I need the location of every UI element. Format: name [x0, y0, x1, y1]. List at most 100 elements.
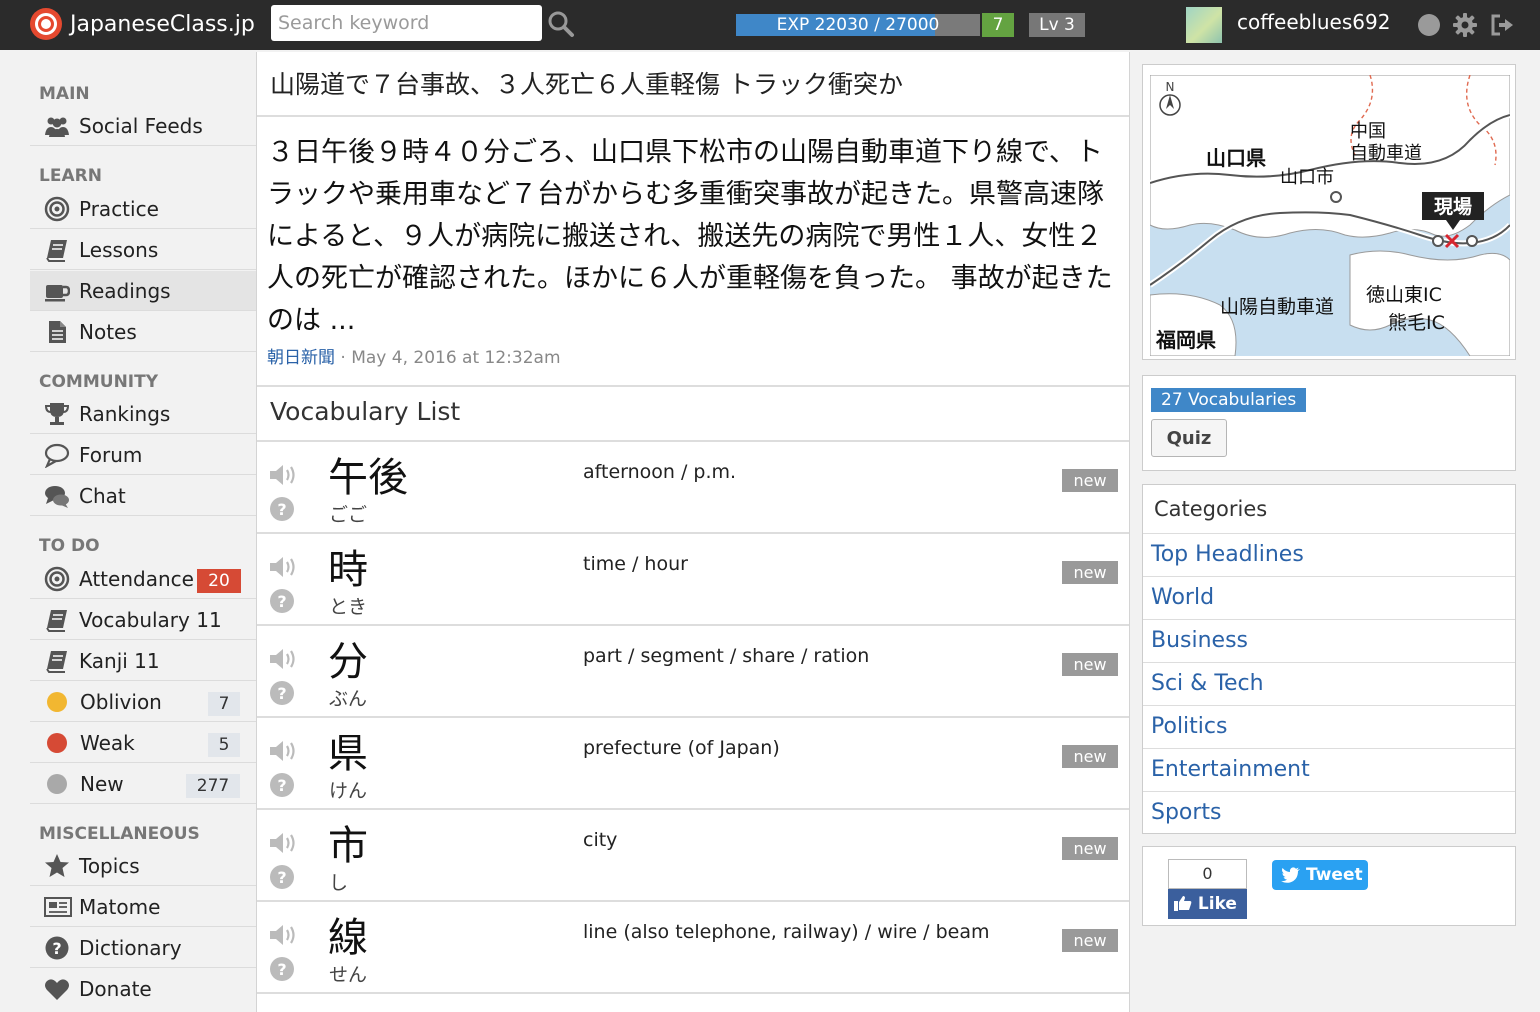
question-circle-icon[interactable]: ? — [269, 680, 295, 706]
tweet-label: Tweet — [1306, 865, 1363, 885]
newspaper-icon — [44, 897, 72, 917]
twitter-bird-icon — [1281, 867, 1300, 883]
category-link-label: Politics — [1151, 714, 1228, 739]
site-logo[interactable]: JapaneseClass.jp — [30, 6, 255, 42]
category-link[interactable]: Top Headlines — [1143, 533, 1515, 576]
vocab-meaning: time / hour — [583, 553, 688, 575]
question-circle-icon[interactable]: ? — [269, 496, 295, 522]
sidebar-item-donate[interactable]: Donate — [30, 969, 256, 1009]
facebook-like-widget[interactable]: 0 Like — [1168, 859, 1247, 919]
category-link[interactable]: Sci & Tech — [1143, 662, 1515, 705]
sidebar-item-topics[interactable]: Topics — [30, 846, 256, 886]
question-circle-icon[interactable]: ? — [269, 956, 295, 982]
question-circle-icon[interactable]: ? — [269, 588, 295, 614]
tweet-button[interactable]: Tweet — [1272, 860, 1368, 890]
category-link[interactable]: Sports — [1143, 791, 1515, 834]
category-link[interactable]: World — [1143, 576, 1515, 619]
facebook-like-label: Like — [1197, 894, 1237, 914]
sidebar-item-practice[interactable]: Practice — [30, 189, 256, 229]
svg-text:?: ? — [277, 500, 286, 519]
search-icon[interactable] — [547, 10, 575, 38]
category-link[interactable]: Business — [1143, 619, 1515, 662]
question-circle-icon[interactable]: ? — [269, 864, 295, 890]
speaker-icon[interactable] — [268, 646, 298, 672]
sidebar-item-attendance[interactable]: Attendance 20 — [30, 559, 256, 599]
vocab-kanji[interactable]: 時 — [328, 547, 368, 593]
new-badge: new — [1062, 837, 1118, 860]
vocab-row: ? 市し city new — [257, 810, 1129, 902]
username[interactable]: coffeeblues692 — [1237, 10, 1390, 34]
sidebar-item-dictionary[interactable]: ? Dictionary — [30, 928, 256, 968]
vocab-kanji[interactable]: 分 — [328, 639, 368, 685]
sidebar-item-label: Kanji 11 — [79, 649, 160, 673]
logout-icon[interactable] — [1489, 12, 1515, 38]
nav-heading-community: COMMUNITY — [39, 372, 159, 392]
vocab-kanji[interactable]: 県 — [328, 731, 368, 777]
new-badge: new — [1062, 745, 1118, 768]
quiz-button[interactable]: Quiz — [1151, 419, 1227, 457]
category-link[interactable]: Politics — [1143, 705, 1515, 748]
sidebar-item-lessons[interactable]: Lessons — [30, 230, 256, 270]
speaker-icon[interactable] — [268, 738, 298, 764]
sidebar-item-chat[interactable]: Chat — [30, 476, 256, 516]
sidebar-item-notes[interactable]: Notes — [30, 312, 256, 352]
status-circle-icon[interactable] — [1416, 12, 1442, 38]
sidebar-item-social-feeds[interactable]: Social Feeds — [30, 106, 256, 146]
speaker-icon[interactable] — [268, 830, 298, 856]
vocab-row: ? 県けん prefecture (of Japan) new — [257, 718, 1129, 810]
top-bar: JapaneseClass.jp EXP 22030 / 27000 7 Lv … — [0, 0, 1540, 50]
article-date: · May 4, 2016 at 12:32am — [335, 348, 561, 368]
logo-text: JapaneseClass.jp — [70, 11, 255, 37]
sidebar-item-forum[interactable]: Forum — [30, 435, 256, 475]
exp-progress-bar: EXP 22030 / 27000 — [736, 14, 980, 36]
vocab-reading: ごご — [329, 504, 368, 526]
category-link-label: Entertainment — [1151, 757, 1310, 782]
divider — [257, 115, 1129, 117]
categories-heading: Categories — [1154, 497, 1268, 521]
vocab-meaning: line (also telephone, railway) / wire / … — [583, 921, 990, 943]
avatar[interactable] — [1186, 7, 1222, 43]
category-link-label: Top Headlines — [1151, 542, 1304, 567]
sidebar-item-rankings[interactable]: Rankings — [30, 394, 256, 434]
sidebar-item-matome[interactable]: Matome — [30, 887, 256, 927]
sidebar-item-kanji[interactable]: Kanji 11 — [30, 641, 256, 681]
exp-text: EXP 22030 / 27000 — [776, 15, 940, 35]
sidebar-item-vocabulary[interactable]: Vocabulary 11 — [30, 600, 256, 640]
vocabulary-summary-panel: 27 Vocabularies Quiz — [1142, 375, 1516, 471]
category-link[interactable]: Entertainment — [1143, 748, 1515, 791]
book-icon — [46, 240, 67, 262]
vocab-kanji[interactable]: 市 — [328, 823, 368, 869]
category-link-label: World — [1151, 585, 1215, 610]
sidebar-item-label: Donate — [79, 977, 152, 1001]
sidebar-item-oblivion[interactable]: Oblivion 7 — [30, 682, 256, 722]
question-circle-icon[interactable]: ? — [269, 772, 295, 798]
nav-heading-main: MAIN — [39, 84, 90, 104]
vocabulary-list-heading: Vocabulary List — [270, 397, 461, 426]
category-link-label: Sports — [1151, 800, 1222, 825]
categories-panel: Categories Top Headlines World Business … — [1142, 484, 1516, 834]
sidebar-item-label: Rankings — [79, 402, 171, 426]
facebook-like-button[interactable]: Like — [1168, 889, 1247, 919]
gear-icon[interactable] — [1452, 12, 1478, 38]
article-panel: 山陽道で７台事故、３人死亡６人重軽傷 トラック衝突か ３日午後９時４０分ごろ、山… — [256, 52, 1130, 1012]
oblivion-dot-icon — [47, 692, 67, 712]
vocab-kanji[interactable]: 午後 — [328, 455, 408, 501]
speaker-icon[interactable] — [268, 554, 298, 580]
sidebar-item-label: Forum — [79, 443, 143, 467]
sidebar-item-new[interactable]: New 277 — [30, 764, 256, 804]
sidebar-item-label: Readings — [79, 279, 171, 303]
coffee-cup-icon — [45, 285, 70, 302]
article-source-link[interactable]: 朝日新聞 — [267, 348, 335, 368]
sidebar-item-readings[interactable]: Readings — [30, 271, 256, 311]
search-input[interactable] — [271, 5, 542, 41]
speaker-icon[interactable] — [268, 462, 298, 488]
nav-heading-miscellaneous: MISCELLANEOUS — [39, 824, 200, 844]
sidebar-item-weak[interactable]: Weak 5 — [30, 723, 256, 763]
sidebar-item-label: New — [80, 772, 124, 796]
vocabulary-count-badge[interactable]: 27 Vocabularies — [1151, 388, 1307, 412]
speaker-icon[interactable] — [268, 922, 298, 948]
vocab-row: ? 線せん line (also telephone, railway) / wir… — [257, 902, 1129, 994]
sidebar-item-label: Chat — [79, 484, 126, 508]
vocab-kanji[interactable]: 線 — [328, 915, 368, 961]
article-meta: 朝日新聞 · May 4, 2016 at 12:32am — [267, 343, 561, 368]
